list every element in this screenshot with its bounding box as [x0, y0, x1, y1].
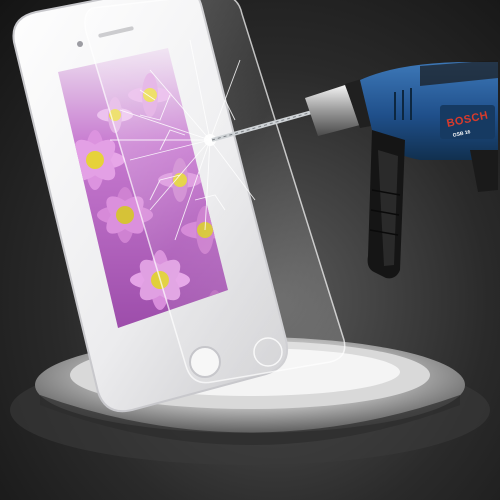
product-scene: BOSCH GSB 16: [10, 0, 498, 465]
